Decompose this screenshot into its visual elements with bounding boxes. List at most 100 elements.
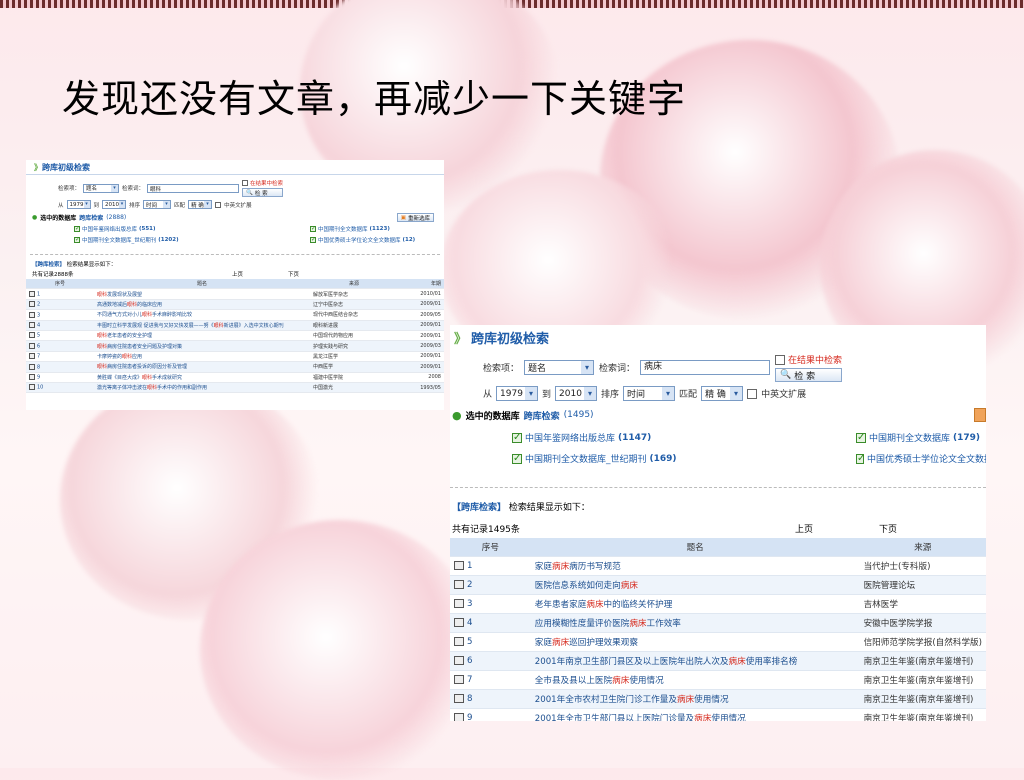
db-checkbox[interactable] xyxy=(74,225,80,232)
db-checkbox[interactable] xyxy=(512,453,522,464)
search-button[interactable]: 🔍 检 索 xyxy=(242,188,284,197)
row-title[interactable]: 家庭病床巡回护理效果观察 xyxy=(530,632,860,652)
from-year-select[interactable]: 1979 ▾ xyxy=(66,200,91,209)
search-row: 检索项： 题名 ▾ 检索词： 眼科 在结果中检索 🔍 检 索 xyxy=(58,179,444,197)
document-icon xyxy=(29,301,35,308)
chevron-down-icon: ▾ xyxy=(581,361,594,374)
row-title[interactable]: 不同通气方式对小儿眼科手术麻醉影响比较 xyxy=(94,309,310,321)
selected-db-link[interactable]: 跨库检索 xyxy=(79,213,103,222)
next-page-link[interactable]: 下页 xyxy=(879,522,897,535)
match-select[interactable]: 精 确 ▾ xyxy=(701,386,744,401)
chevron-down-icon: ▾ xyxy=(584,387,597,400)
table-row[interactable]: 2 医院信息系统如何走向病床 医院管理论坛 xyxy=(450,575,986,595)
db-checkbox[interactable] xyxy=(856,432,866,443)
chevron-down-icon: ▾ xyxy=(163,201,171,208)
sort-select[interactable]: 时间 ▾ xyxy=(623,386,676,401)
db-item[interactable]: 中国期刊全文数据库(1123) xyxy=(310,225,444,233)
search-button[interactable]: 🔍 检 索 xyxy=(775,368,843,382)
row-title[interactable]: 医院信息系统如何走向病床 xyxy=(530,575,860,595)
row-source: 护理实践与研究 xyxy=(310,340,398,352)
db-checkbox[interactable] xyxy=(310,236,316,243)
reselect-db-button[interactable]: ▣ 重新选库 xyxy=(396,213,434,222)
db-checkbox[interactable] xyxy=(310,225,316,232)
row-source: 黑龙江医学 xyxy=(310,351,398,363)
document-icon xyxy=(29,311,35,318)
table-row[interactable]: 1 家庭病床病历书写规范 当代护士(专科版) xyxy=(450,556,986,576)
row-title[interactable]: 眼科发展现状及展望 xyxy=(94,288,310,300)
row-title[interactable]: 卡摩婷瓷的眼科应用 xyxy=(94,351,310,363)
row-title[interactable]: 应用模糊性度量评价医院病床工作效率 xyxy=(530,613,860,633)
db-item[interactable]: 中国期刊全文数据库_世纪期刊(169) xyxy=(512,452,856,465)
document-icon xyxy=(454,599,464,608)
table-row[interactable]: 8 眼科病房住院患者投诉的原因分析及管理 中西医学 2009/01 xyxy=(26,361,444,373)
db-item[interactable]: 中国优秀硕士学位论文全文数据库(12) xyxy=(310,236,444,244)
row-number: 2 xyxy=(26,299,94,311)
row-title[interactable]: 眼科老年患者的安全护理 xyxy=(94,330,310,342)
row-title[interactable]: 2001年全市农村卫生院门诊工作量及病床使用情况 xyxy=(530,689,860,709)
db-list: 中国年鉴网络出版总库(1147) 中国期刊全文数据库(179) 中国期刊全文数据… xyxy=(512,431,986,465)
table-row[interactable]: 6 眼科病房住院患者安全问题及护理对策 护理实践与研究 2009/03 xyxy=(26,340,444,352)
result-header: 【跨库检索】 检索结果显示如下： xyxy=(32,260,444,268)
in-results-checkbox[interactable] xyxy=(775,354,786,365)
to-year-select[interactable]: 2010 ▾ xyxy=(102,200,127,209)
table-row[interactable]: 2 高通数地减后眼科的临床应用 辽宁中医杂志 2009/01 xyxy=(26,299,444,311)
field-select[interactable]: 题名 ▾ xyxy=(83,183,120,193)
db-item[interactable]: 中国期刊全文数据库_世纪期刊(1202) xyxy=(74,236,310,244)
keyword-highlight: 病床 xyxy=(676,695,695,705)
table-row[interactable]: 1 眼科发展现状及展望 解放军医学杂志 2010/01 xyxy=(26,288,444,300)
next-page-link[interactable]: 下页 xyxy=(288,270,299,278)
filter-row: 从 1979 ▾ 到 2010 ▾ 排序 时间 ▾ 匹配 精 确 ▾ 中英文扩展 xyxy=(58,200,444,209)
column-header: 题名 xyxy=(94,279,310,290)
table-row[interactable]: 4 应用模糊性度量评价医院病床工作效率 安徽中医学院学报 xyxy=(450,613,986,633)
table-row[interactable]: 7 卡摩婷瓷的眼科应用 黑龙江医学 2009/01 xyxy=(26,351,444,363)
db-item[interactable]: 中国期刊全文数据库(179) xyxy=(856,431,986,444)
match-select[interactable]: 精 确 ▾ xyxy=(188,200,213,209)
table-row[interactable]: 6 2001年南京卫生部门县区及以上医院年出院人次及病床使用率排名榜 南京卫生年鉴(… xyxy=(450,651,986,671)
sort-select[interactable]: 时间 ▾ xyxy=(143,200,172,209)
prev-page-link[interactable]: 上页 xyxy=(232,270,288,278)
db-checkbox[interactable] xyxy=(856,453,865,464)
prev-page-link[interactable]: 上页 xyxy=(795,522,879,535)
row-title[interactable]: 高通数地减后眼科的临床应用 xyxy=(94,299,310,311)
row-title[interactable]: 黄胜蝶《目痉大成》眼科手术成就研究 xyxy=(94,372,310,383)
row-title[interactable]: 眼科病房住院患者安全问题及护理对策 xyxy=(94,340,310,352)
table-row[interactable]: 10 激光等离子体冲击波在眼科手术中的作用和副作用 中国激光 1993/05 xyxy=(26,382,444,394)
row-title[interactable]: 眼科病房住院患者投诉的原因分析及管理 xyxy=(94,361,310,373)
table-row[interactable]: 4 丰图时立科学发展观 促进我与又好又快发展——努《眼科新进展》入选中文核心期刊眼… xyxy=(26,320,444,331)
cn-en-checkbox[interactable] xyxy=(215,201,222,208)
selected-db-link[interactable]: 跨库检索 xyxy=(524,409,560,422)
db-checkbox[interactable] xyxy=(512,432,522,443)
in-results-checkbox[interactable] xyxy=(242,180,249,186)
table-row[interactable]: 5 眼科老年患者的安全护理 中国现代药物应用 2009/01 xyxy=(26,330,444,342)
row-title[interactable]: 家庭病床病历书写规范 xyxy=(530,556,860,576)
table-row[interactable]: 5 家庭病床巡回护理效果观察 信阳师范学院学报(自然科学版) xyxy=(450,632,986,652)
row-title[interactable]: 激光等离子体冲击波在眼科手术中的作用和副作用 xyxy=(94,382,310,394)
sort-label: 排序 xyxy=(129,202,141,209)
row-title[interactable]: 老年患者家庭病床中的临终关怀护理 xyxy=(530,594,860,614)
small-search-panel: 》 跨库初级检索 检索项： 题名 ▾ 检索词： 眼科 在结果中检索 🔍 检 索 从 … xyxy=(26,160,444,410)
row-title[interactable]: 丰图时立科学发展观 促进我与又好又快发展——努《眼科新进展》入选中文核心期刊 xyxy=(94,320,310,331)
db-item[interactable]: 中国年鉴网络出版总库(1147) xyxy=(512,431,856,444)
search-input[interactable]: 病床 xyxy=(640,360,771,375)
row-source: 现代中西医结合杂志 xyxy=(310,309,398,321)
table-row[interactable]: 7 全市县及县以上医院病床使用情况 南京卫生年鉴(南京年鉴增刊) xyxy=(450,670,986,690)
table-row[interactable]: 3 不同通气方式对小儿眼科手术麻醉影响比较 现代中西医结合杂志 2009/05 xyxy=(26,309,444,321)
cn-en-checkbox[interactable] xyxy=(747,388,758,399)
table-row[interactable]: 8 2001年全市农村卫生院门诊工作量及病床使用情况 南京卫生年鉴(南京年鉴增刊) xyxy=(450,689,986,709)
db-checkbox[interactable] xyxy=(74,236,80,243)
from-year-select[interactable]: 1979 ▾ xyxy=(496,386,539,401)
reselect-db-button[interactable] xyxy=(974,408,986,422)
table-row[interactable]: 9 黄胜蝶《目痉大成》眼科手术成就研究 福建中医学院 2008 xyxy=(26,372,444,383)
table-row[interactable]: 9 2001年全市卫生部门县以上医院门诊量及病床使用情况 南京卫生年鉴(南京年鉴增刊… xyxy=(450,708,986,721)
search-input[interactable]: 眼科 xyxy=(147,183,240,193)
row-year: 2010/01 xyxy=(398,288,444,300)
db-item[interactable]: 中国年鉴网络出版总库(551) xyxy=(74,225,310,233)
from-label: 从 xyxy=(58,202,64,209)
to-year-select[interactable]: 2010 ▾ xyxy=(555,386,598,401)
row-title[interactable]: 2001年全市卫生部门县以上医院门诊量及病床使用情况 xyxy=(530,708,860,721)
row-title[interactable]: 2001年南京卫生部门县区及以上医院年出院人次及病床使用率排名榜 xyxy=(530,651,860,671)
table-row[interactable]: 3 老年患者家庭病床中的临终关怀护理 吉林医学 xyxy=(450,594,986,614)
row-title[interactable]: 全市县及县以上医院病床使用情况 xyxy=(530,670,860,690)
db-item[interactable]: 中国优秀硕士学位论文全文数据 xyxy=(856,452,986,465)
field-select[interactable]: 题名 ▾ xyxy=(524,360,595,375)
